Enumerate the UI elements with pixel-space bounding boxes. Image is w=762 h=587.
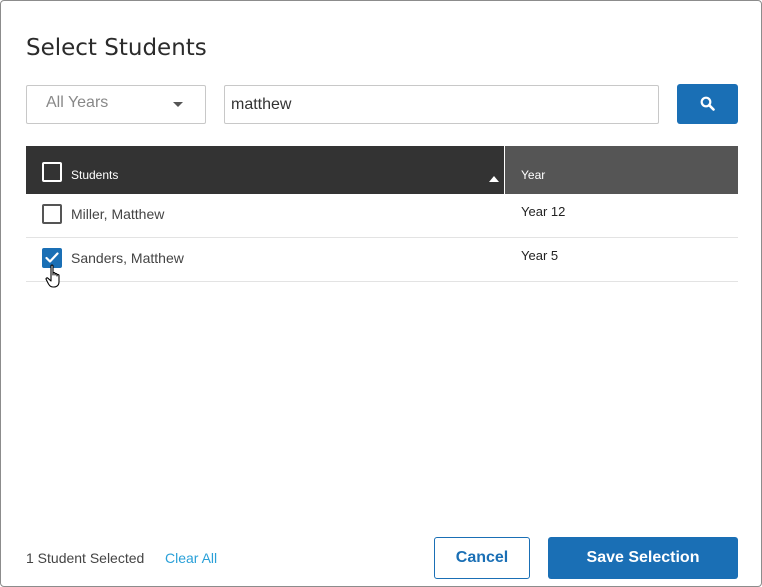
- student-name: Sanders, Matthew: [71, 250, 184, 266]
- column-header-year[interactable]: Year: [505, 146, 738, 194]
- student-name: Miller, Matthew: [71, 206, 165, 222]
- clear-all-link[interactable]: Clear All: [165, 550, 217, 566]
- dialog-title: Select Students: [26, 35, 207, 61]
- hand-pointer-cursor-icon: [45, 264, 60, 288]
- chevron-down-icon: [173, 102, 183, 107]
- year-filter-value: All Years: [46, 94, 109, 111]
- search-button[interactable]: [677, 84, 738, 124]
- save-selection-button[interactable]: Save Selection: [548, 537, 738, 579]
- table-header: Students Year: [26, 146, 738, 194]
- select-students-dialog: Select Students All Years Students Year …: [0, 0, 762, 587]
- select-all-checkbox[interactable]: [42, 162, 62, 182]
- cancel-button[interactable]: Cancel: [434, 537, 530, 579]
- checkmark-icon: [45, 252, 59, 263]
- sort-ascending-icon: [489, 176, 499, 182]
- year-filter-dropdown[interactable]: All Years: [26, 85, 206, 124]
- student-year: Year 12: [521, 204, 566, 219]
- column-header-students[interactable]: Students: [26, 146, 504, 194]
- search-icon: [700, 96, 715, 111]
- table-row[interactable]: Miller, Matthew Year 12: [26, 194, 738, 238]
- column-label-year: Year: [521, 168, 546, 182]
- search-input[interactable]: [224, 85, 659, 124]
- table-row[interactable]: Sanders, Matthew Year 5: [26, 238, 738, 282]
- row-checkbox[interactable]: [42, 204, 62, 224]
- column-label-students: Students: [71, 168, 119, 182]
- selected-count: 1 Student Selected: [26, 550, 145, 566]
- student-year: Year 5: [521, 248, 559, 263]
